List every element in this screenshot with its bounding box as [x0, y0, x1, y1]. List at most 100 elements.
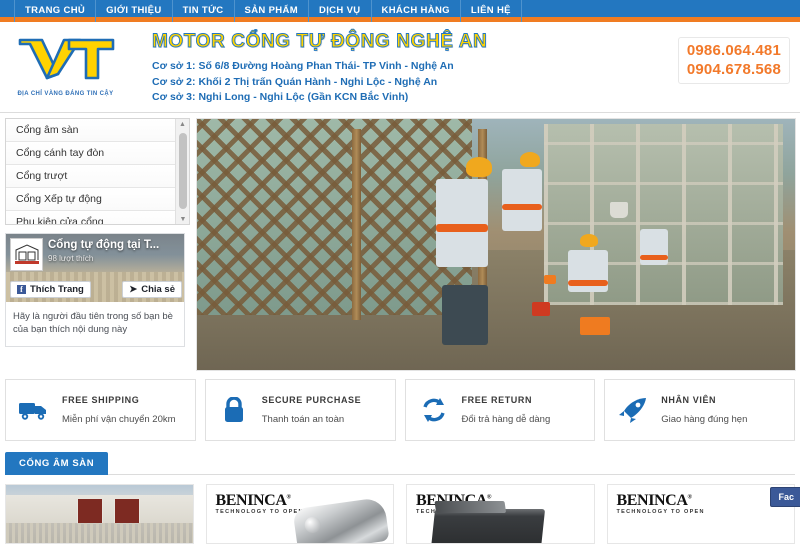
banner-post-left: [352, 129, 362, 320]
header-center: MOTOR CỔNG TỰ ĐỘNG NGHỆ AN Cơ sở 1: Số 6…: [152, 31, 592, 106]
facebook-cover-photo: Cổng tự động tại T... 98 lượt thích f Th…: [6, 234, 184, 302]
service-features-row: FREE SHIPPING Miễn phí vận chuyển 20km S…: [5, 379, 795, 441]
service-title: FREE SHIPPING: [62, 395, 140, 405]
brand-subtitle: TECHNOLOGY TO OPEN: [616, 509, 705, 515]
banner-toolbox-orange: [579, 317, 610, 336]
facebook-page-name[interactable]: Cổng tự động tại T...: [48, 239, 159, 251]
gate-logo-icon: [12, 241, 41, 268]
product-card-beninca-3[interactable]: BENINCA® TECHNOLOGY TO OPEN: [606, 484, 795, 544]
nav-item-dich-vu[interactable]: DỊCH VỤ: [309, 0, 372, 22]
banner-worker-3-helmet: [579, 234, 598, 248]
sidebar: Cổng âm sàn Cổng cánh tay đòn Cổng trượt…: [5, 118, 190, 347]
category-item-cong-truot[interactable]: Cổng trượt: [6, 165, 189, 188]
beninca-logo-3: BENINCA® TECHNOLOGY TO OPEN: [617, 492, 705, 515]
category-item-cong-xep-tu-dong[interactable]: Cổng Xếp tự động: [6, 188, 189, 211]
category-list: Cổng âm sàn Cổng cánh tay đòn Cổng trượt…: [5, 118, 190, 225]
product-card-beninca-1[interactable]: BENINCA® TECHNOLOGY TO OPEN: [205, 484, 394, 544]
product-motor-image-1: [292, 496, 390, 543]
facebook-page-widget: Cổng tự động tại T... 98 lượt thích f Th…: [5, 233, 185, 347]
address-line-3: Cơ sở 3: Nghi Long - Nghi Lộc (Gần KCN B…: [152, 91, 409, 103]
address-line-2: Cơ sở 2: Khối 2 Thị trấn Quán Hành - Ngh…: [152, 75, 438, 88]
vt-logo-icon: [8, 34, 123, 89]
banner-worker-2-helmet: [519, 151, 540, 167]
site-logo[interactable]: ĐỊA CHỈ VÀNG ĐÁNG TIN CẬY: [8, 32, 123, 104]
facebook-like-count: 98 lượt thích: [48, 254, 94, 263]
banner-worker-4-body: [639, 229, 668, 266]
facebook-like-button-label: Thích Trang: [30, 284, 84, 295]
service-subtitle: Đổi trả hàng dễ dàng: [461, 414, 551, 425]
service-box-free-shipping-text: FREE SHIPPING Miễn phí vận chuyển 20km: [62, 395, 176, 425]
product-house-window-2: [114, 497, 141, 525]
banner-worker-4-stripe: [639, 254, 668, 260]
banner-worker-3-stripe: [567, 279, 608, 286]
nav-item-tin-tuc[interactable]: TIN TỨC: [173, 0, 235, 22]
phone-number-2[interactable]: 0904.678.568: [687, 60, 781, 79]
product-card-house[interactable]: [5, 484, 194, 544]
brand-registered-icon: ®: [487, 494, 492, 501]
banner-worker-1-body: [436, 179, 489, 268]
banner-worker-2-body: [501, 169, 542, 232]
address-line-1: Cơ sở 1: Số 6/8 Đường Hoàng Phan Thái- T…: [152, 60, 454, 72]
product-house-window-1: [76, 497, 103, 525]
beninca-logo-1: BENINCA® TECHNOLOGY TO OPEN: [216, 492, 304, 515]
facebook-side-tab[interactable]: Fac: [770, 487, 800, 507]
service-box-free-shipping[interactable]: FREE SHIPPING Miễn phí vận chuyển 20km: [5, 379, 196, 441]
scrollbar-thumb[interactable]: [179, 133, 187, 209]
service-title: FREE RETURN: [461, 395, 533, 405]
site-header: ĐỊA CHỈ VÀNG ĐÁNG TIN CẬY MOTOR CỔNG TỰ …: [0, 27, 800, 113]
category-item-cong-am-san[interactable]: Cổng âm sàn: [6, 119, 189, 142]
scroll-up-arrow-icon[interactable]: ▲: [176, 119, 189, 131]
phone-number-1[interactable]: 0986.064.481: [687, 41, 781, 60]
banner-worker-1-stripe: [436, 224, 489, 233]
product-house-fence: [6, 523, 193, 543]
service-subtitle: Thanh toán an toàn: [261, 414, 345, 425]
service-title: SECURE PURCHASE: [261, 395, 362, 405]
service-box-free-return[interactable]: FREE RETURN Đổi trả hàng dễ dàng: [404, 379, 596, 441]
banner-tool-small: [543, 274, 556, 284]
service-box-secure-purchase-text: SECURE PURCHASE Thanh toán an toàn: [262, 395, 362, 425]
logo-tagline: ĐỊA CHỈ VÀNG ĐÁNG TIN CẬY: [17, 91, 114, 97]
tab-cong-am-san[interactable]: CỔNG ÂM SÀN: [5, 452, 109, 475]
page-content: Cổng âm sàn Cổng cánh tay đòn Cổng trượt…: [0, 114, 800, 544]
category-item-cong-canh-tay-don[interactable]: Cổng cánh tay đòn: [6, 142, 189, 165]
nav-item-trang-chu[interactable]: TRANG CHỦ: [14, 0, 97, 22]
site-title: MOTOR CỔNG TỰ ĐỘNG NGHỆ AN: [152, 31, 488, 53]
category-scrollbar[interactable]: ▲ ▼: [175, 119, 189, 224]
service-subtitle: Giao hàng đúng hẹn: [661, 414, 748, 425]
service-box-nhan-vien[interactable]: NHÂN VIÊN Giao hàng đúng hẹn: [604, 379, 795, 441]
refresh-icon: [416, 397, 452, 423]
nav-item-gioi-thieu[interactable]: GIỚI THIỆU: [96, 0, 173, 22]
product-card-beninca-2[interactable]: BENINCA® TECHNOLOGY TO OPEN: [406, 484, 595, 544]
phone-box: 0986.064.481 0904.678.568: [677, 37, 790, 84]
product-row: BENINCA® TECHNOLOGY TO OPEN BENINCA® TEC…: [5, 484, 795, 544]
lock-icon: [216, 397, 252, 423]
service-title: NHÂN VIÊN: [661, 395, 717, 405]
share-arrow-icon: ➤: [129, 284, 138, 295]
facebook-share-button[interactable]: ➤ Chia sẻ: [122, 281, 182, 298]
service-box-secure-purchase[interactable]: SECURE PURCHASE Thanh toán an toàn: [204, 379, 396, 441]
facebook-button-row: f Thích Trang ➤ Chia sẻ: [6, 281, 184, 298]
category-item-phu-kien-cua-cong[interactable]: Phụ kiện cửa cổng: [6, 211, 189, 224]
tab-divider: [5, 474, 795, 475]
top-navigation-bar: TRANG CHỦ GIỚI THIỆU TIN TỨC SẢN PHẨM DỊ…: [0, 0, 800, 22]
facebook-f-icon: f: [17, 285, 26, 294]
facebook-page-avatar[interactable]: [10, 238, 43, 271]
facebook-share-button-label: Chia sẻ: [141, 284, 175, 295]
nav-item-khach-hang[interactable]: KHÁCH HÀNG: [372, 0, 461, 22]
brand-name: BENINCA®: [215, 492, 292, 509]
facebook-footer-text: Hãy là người đầu tiên trong số bạn bè củ…: [13, 311, 173, 335]
product-motor-image-2: [430, 509, 546, 543]
brand-subtitle: TECHNOLOGY TO OPEN: [215, 509, 304, 515]
service-box-free-return-text: FREE RETURN Đổi trả hàng dễ dàng: [462, 395, 551, 425]
banner-gate-lattice: [197, 119, 473, 315]
nav-item-san-pham[interactable]: SẢN PHẨM: [235, 0, 309, 22]
banner-toolbox-red: [531, 302, 550, 317]
facebook-like-button[interactable]: f Thích Trang: [10, 281, 91, 298]
product-section: CỔNG ÂM SÀN BENINCA® TECHNOLOGY TO OPEN …: [5, 452, 795, 544]
banner-worker-1-helmet: [466, 156, 493, 177]
main-banner-image[interactable]: [196, 118, 796, 371]
truck-icon: [16, 399, 52, 421]
banner-bucket: [609, 201, 628, 218]
nav-item-lien-he[interactable]: LIÊN HỆ: [461, 0, 522, 22]
scroll-down-arrow-icon[interactable]: ▼: [176, 214, 189, 224]
